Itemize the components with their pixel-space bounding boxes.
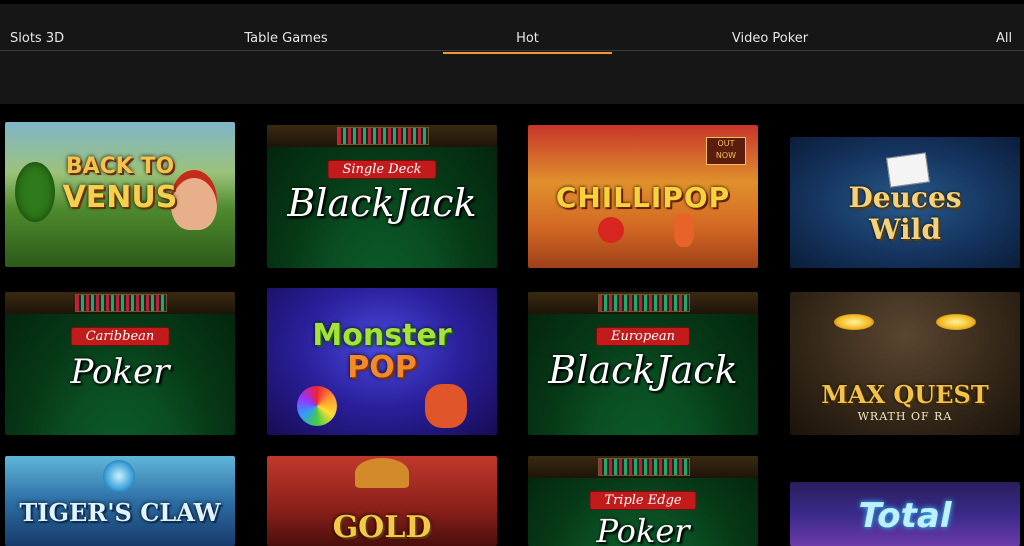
- game-title-line1: BACK TO: [65, 154, 175, 179]
- crystal-orb-art: [103, 460, 135, 492]
- game-tile-chillipop[interactable]: OUT NOW CHILLIPOP: [528, 125, 758, 268]
- cowboy-hat-art: [355, 458, 409, 488]
- chip-rack: [337, 127, 429, 145]
- out-now-badge: OUT NOW: [706, 137, 746, 165]
- game-title: CHILLIPOP: [555, 181, 731, 214]
- game-tile-single-deck-blackjack[interactable]: Single Deck BlackJack: [267, 125, 497, 268]
- rainbow-monster: [297, 386, 337, 426]
- game-tile-back-to-venus[interactable]: BACK TO VENUS: [5, 122, 235, 267]
- chip-rack: [598, 458, 690, 476]
- game-tile-european-blackjack[interactable]: European BlackJack: [528, 292, 758, 435]
- left-eye-art: [834, 314, 874, 330]
- game-tile-max-quest[interactable]: MAX QUEST WRATH OF RA: [790, 292, 1020, 435]
- tomato-character: [598, 217, 624, 243]
- game-title: Total: [858, 496, 952, 536]
- category-nav: Slots 3D Table Games Hot Video Poker All: [0, 4, 1024, 104]
- chip-rack: [598, 294, 690, 312]
- table-rim: [267, 125, 497, 147]
- game-tile-triple-edge-poker[interactable]: Triple Edge Poker: [528, 456, 758, 546]
- game-tile-caribbean-poker[interactable]: Caribbean Poker: [5, 292, 235, 435]
- game-grid: BACK TO VENUS Single Deck BlackJack OUT …: [0, 104, 1024, 546]
- game-banner: Triple Edge: [590, 492, 696, 509]
- game-title-line1: Monster: [312, 318, 452, 353]
- table-rim: [528, 292, 758, 314]
- chip-rack: [75, 294, 167, 312]
- right-eye-art: [936, 314, 976, 330]
- table-rim: [5, 292, 235, 314]
- game-banner: European: [596, 328, 690, 345]
- game-title-line2: POP: [347, 350, 417, 385]
- game-tile-deuces-wild[interactable]: Deuces Wild: [790, 137, 1020, 268]
- game-subtitle: WRATH OF RA: [857, 410, 953, 423]
- game-title: MAX QUEST: [821, 380, 989, 409]
- game-title-line2: Wild: [869, 213, 941, 246]
- nav-divider: [0, 50, 1024, 51]
- pepper-character: [674, 213, 694, 247]
- game-tile-gold[interactable]: GOLD: [267, 456, 497, 546]
- game-title-line2: VENUS: [62, 180, 178, 215]
- game-tile-tigers-claw[interactable]: TIGER'S CLAW: [5, 456, 235, 546]
- orange-monster: [425, 384, 467, 428]
- game-tile-total[interactable]: Total: [790, 482, 1020, 546]
- game-title-line1: Deuces: [848, 181, 962, 214]
- game-tile-monster-pop[interactable]: Monster POP: [267, 288, 497, 435]
- table-rim: [528, 456, 758, 478]
- game-title: Poker: [596, 512, 690, 546]
- game-title: GOLD: [332, 510, 432, 545]
- game-title: TIGER'S CLAW: [19, 498, 221, 527]
- game-banner: Caribbean: [71, 328, 169, 345]
- game-banner: Single Deck: [328, 161, 436, 178]
